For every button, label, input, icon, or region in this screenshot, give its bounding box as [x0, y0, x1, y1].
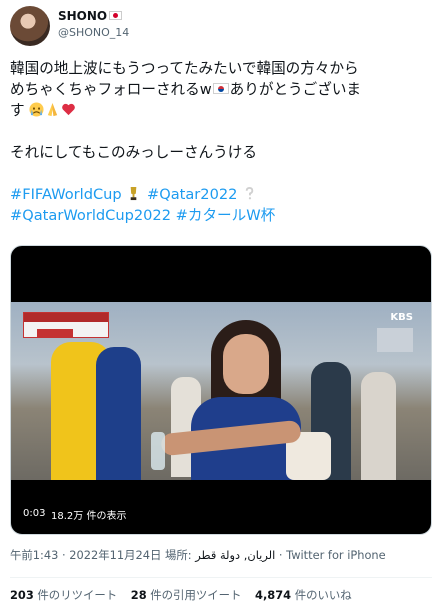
retweets-label: 件のリツイート: [37, 588, 118, 602]
tweet-line: 韓国の地上波にもうつってたみたいで韓国の方々から: [10, 60, 359, 77]
hashtag-link[interactable]: #Qatar2022: [147, 186, 237, 203]
heart-icon: [62, 103, 76, 116]
hashtag-line: #FIFAWorldCup #Qatar2022: [10, 184, 435, 205]
tweet-timestamp[interactable]: 午前1:43 · 2022年11月24日: [10, 548, 161, 562]
hashtag-line: #QatarWorldCup2022 #カタールW杯: [10, 205, 435, 226]
place-label: 場所:: [165, 548, 192, 562]
video-view-count: 18.2万 件の表示: [51, 511, 127, 522]
likes-stat[interactable]: 4,874 件のいいね: [255, 588, 352, 602]
video-scene: [151, 432, 165, 470]
tweet-header: SHONO @SHONO_14: [10, 6, 430, 46]
hashtag-link[interactable]: #FIFAWorldCup: [10, 186, 122, 203]
broadcaster-logo: KBS: [390, 312, 413, 323]
tweet-text-segment: ありがとうございま: [229, 81, 362, 98]
retweets-stat[interactable]: 203 件のリツイート: [10, 588, 117, 602]
tweet-line: それにしてもこのみっしーさんうける: [10, 144, 257, 161]
trophy-icon: [131, 186, 137, 201]
video-scene: [96, 347, 141, 480]
tweet-text-segment: す: [10, 102, 25, 119]
tweet-text-segment: めちゃくちゃフォローされるw: [10, 81, 212, 98]
question-mark-icon: [245, 186, 254, 200]
hashtag-link[interactable]: #QatarWorldCup2022: [10, 207, 171, 224]
quotes-label: 件の引用ツイート: [150, 588, 242, 602]
avatar[interactable]: [10, 6, 50, 46]
user-handle[interactable]: @SHONO_14: [58, 26, 129, 39]
likes-count: 4,874: [255, 588, 292, 602]
video-player[interactable]: KBS 0:03 18.2万 件の表示: [10, 245, 432, 535]
tweet-line: す: [10, 100, 435, 121]
user-name-text: SHONO: [58, 9, 108, 23]
video-frame[interactable]: KBS: [11, 302, 431, 480]
folded-hands-icon: [48, 102, 58, 117]
tweet-source[interactable]: · Twitter for iPhone: [279, 548, 386, 562]
hashtag-link[interactable]: #カタールW杯: [176, 207, 276, 224]
engagement-stats: 203 件のリツイート 28 件の引用ツイート 4,874 件のいいね: [10, 587, 362, 603]
quotes-count: 28: [130, 588, 147, 602]
broadcaster-inset: [377, 328, 413, 352]
retweets-count: 203: [10, 588, 34, 602]
crying-face-icon: [29, 102, 44, 117]
match-clock-graphic: [37, 329, 73, 337]
tweet-body: 韓国の地上波にもうつってたみたいで韓国の方々から めちゃくちゃフォローされるw あ…: [10, 58, 435, 226]
likes-label: 件のいいね: [294, 588, 352, 602]
japan-flag-icon: [109, 11, 123, 20]
user-name[interactable]: SHONO: [58, 9, 123, 23]
divider: [10, 577, 432, 578]
video-scene: [223, 334, 269, 394]
quotes-stat[interactable]: 28 件の引用ツイート: [131, 588, 242, 602]
place-link[interactable]: الريان, دولة قطر: [195, 548, 275, 562]
tweet-line: めちゃくちゃフォローされるw ありがとうございま: [10, 79, 435, 100]
video-scene: [361, 372, 396, 480]
korea-flag-icon: [212, 83, 229, 94]
video-elapsed-time: 0:03: [23, 508, 46, 519]
tweet-metadata: 午前1:43 · 2022年11月24日 場所: الريان, دولة قط…: [10, 547, 386, 563]
